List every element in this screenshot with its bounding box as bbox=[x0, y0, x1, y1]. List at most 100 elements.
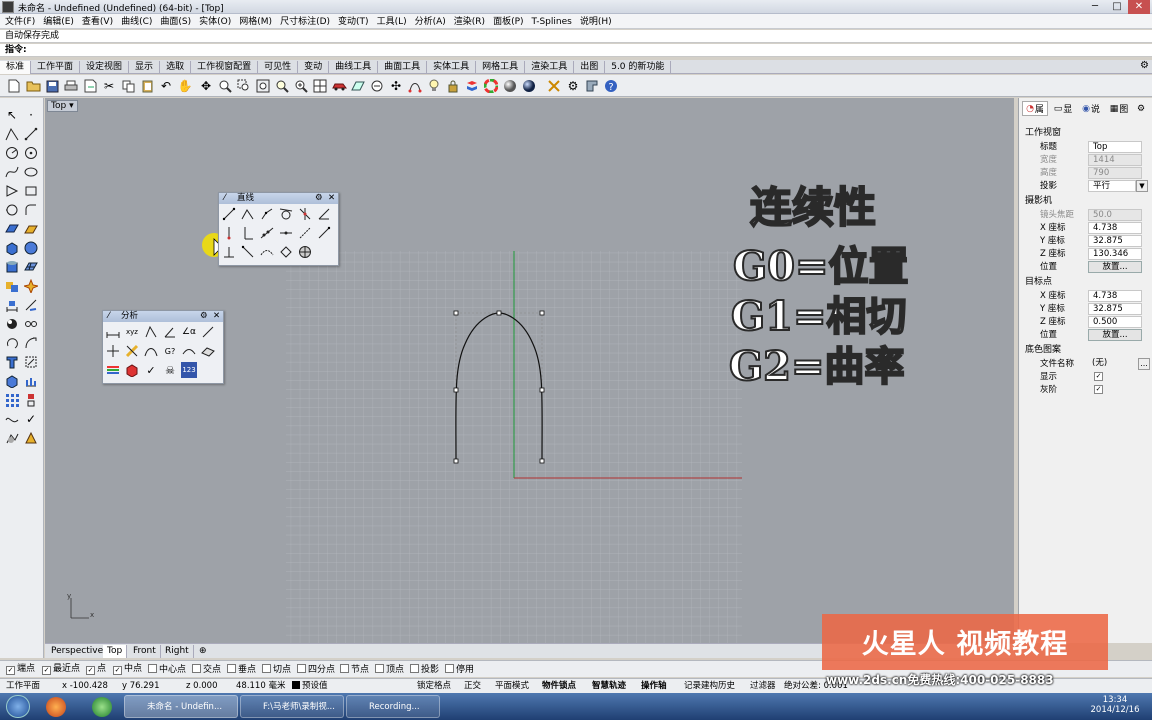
line-perpendicular-icon[interactable] bbox=[297, 206, 313, 222]
taskbar-recording[interactable]: Recording... bbox=[346, 695, 440, 718]
options-icon[interactable] bbox=[546, 78, 562, 94]
app-360-icon[interactable] bbox=[92, 697, 112, 717]
save-icon[interactable] bbox=[44, 78, 60, 94]
line-angle-icon[interactable] bbox=[316, 206, 332, 222]
target-place-button[interactable]: 放置... bbox=[1088, 329, 1142, 341]
gumball-icon[interactable]: ✣ bbox=[388, 78, 404, 94]
control-point[interactable] bbox=[453, 310, 459, 316]
menu-view[interactable]: 查看(V) bbox=[77, 14, 116, 29]
menu-mesh[interactable]: 网格(M) bbox=[234, 14, 275, 29]
tab-solid-tools[interactable]: 实体工具 bbox=[427, 61, 477, 74]
undo-icon[interactable]: ↶ bbox=[158, 78, 174, 94]
tab-render-tools[interactable]: 渲染工具 bbox=[525, 61, 575, 74]
check-icon[interactable]: ✓ bbox=[22, 410, 40, 428]
block-icon[interactable] bbox=[22, 391, 40, 409]
menu-tools[interactable]: 工具(L) bbox=[372, 14, 410, 29]
check-object-icon[interactable]: ✓ bbox=[143, 362, 159, 378]
mode-record-history[interactable]: 记录建构历史 bbox=[684, 681, 735, 693]
panel-settings-icon[interactable]: ⚙ bbox=[315, 193, 323, 204]
browser-icon[interactable] bbox=[46, 697, 66, 717]
osnap-disable[interactable]: 停用 bbox=[445, 664, 474, 676]
zebra-icon[interactable] bbox=[105, 362, 121, 378]
chevron-down-icon[interactable]: ▼ bbox=[1136, 180, 1148, 192]
menu-solid[interactable]: 实体(O) bbox=[194, 14, 234, 29]
osnap-vertex[interactable]: 顶点 bbox=[375, 664, 404, 676]
evaluate-point-icon[interactable]: xyz bbox=[124, 324, 140, 340]
align-icon[interactable] bbox=[22, 353, 40, 371]
osnap-point[interactable]: ✓ 点 bbox=[86, 664, 106, 676]
dimension-icon[interactable] bbox=[3, 296, 21, 314]
clock[interactable]: 13:34 2014/12/16 bbox=[1090, 695, 1140, 715]
target-x-field[interactable]: 4.738 bbox=[1088, 290, 1142, 302]
circle-icon[interactable] bbox=[3, 144, 21, 162]
status-layer[interactable]: 预设值 bbox=[292, 681, 328, 693]
trim-icon[interactable] bbox=[22, 296, 40, 314]
tab-front[interactable]: Front bbox=[129, 645, 161, 658]
menu-transform[interactable]: 变动(T) bbox=[333, 14, 372, 29]
osnap-tangent[interactable]: 切点 bbox=[262, 664, 291, 676]
tab-transform[interactable]: 变动 bbox=[298, 61, 330, 74]
mode-planar[interactable]: 平面模式 bbox=[495, 681, 529, 693]
browse-button[interactable]: ... bbox=[1138, 358, 1150, 370]
bounding-box-icon[interactable] bbox=[105, 343, 121, 359]
select-points-icon[interactable] bbox=[369, 78, 385, 94]
lock-icon[interactable] bbox=[445, 78, 461, 94]
minimize-button[interactable]: ─ bbox=[1084, 0, 1106, 14]
camera-z-field[interactable]: 130.346 bbox=[1088, 248, 1142, 260]
panel-close-icon[interactable]: ✕ bbox=[213, 311, 220, 322]
light-bulb-icon[interactable] bbox=[426, 78, 442, 94]
line-tangent-icon[interactable] bbox=[278, 206, 294, 222]
mode-filter[interactable]: 过滤器 bbox=[750, 681, 776, 693]
paste-icon[interactable] bbox=[139, 78, 155, 94]
radius-icon[interactable] bbox=[200, 324, 216, 340]
zoom-all-icon[interactable] bbox=[293, 78, 309, 94]
tab-display[interactable]: 显示 bbox=[129, 61, 161, 74]
curve-icon[interactable] bbox=[3, 163, 21, 181]
tab-mesh-tools[interactable]: 网格工具 bbox=[476, 61, 526, 74]
array-icon[interactable] bbox=[22, 372, 40, 390]
zoom-dynamic-icon[interactable] bbox=[217, 78, 233, 94]
menu-panels[interactable]: 面板(P) bbox=[488, 14, 526, 29]
viewport-title-button[interactable]: Top ▾ bbox=[47, 100, 78, 112]
osnap-mid[interactable]: ✓ 中点 bbox=[113, 664, 142, 676]
curvature-graph-icon[interactable] bbox=[143, 343, 159, 359]
group-icon[interactable] bbox=[3, 315, 21, 333]
explode-icon[interactable] bbox=[22, 277, 40, 295]
command-prompt[interactable]: 指令: bbox=[0, 44, 1152, 57]
menu-curve[interactable]: 曲线(C) bbox=[116, 14, 155, 29]
pan-hand-icon[interactable]: ✋ bbox=[177, 78, 193, 94]
taskbar-explorer[interactable]: F:\马老师\录制视... bbox=[240, 695, 344, 718]
surface-direction-icon[interactable] bbox=[200, 343, 216, 359]
tab-cplanes[interactable]: 工作平面 bbox=[31, 61, 81, 74]
line-fit-icon[interactable] bbox=[259, 225, 275, 241]
osnap-intersection[interactable]: 交点 bbox=[192, 664, 221, 676]
line-surface-normal-icon[interactable] bbox=[221, 244, 237, 260]
tab-display[interactable]: ▭ 显 bbox=[1050, 101, 1076, 116]
control-point[interactable] bbox=[539, 310, 545, 316]
prop-title-value[interactable]: Top bbox=[1088, 141, 1142, 153]
export-icon[interactable] bbox=[82, 78, 98, 94]
circle-center-icon[interactable] bbox=[22, 144, 40, 162]
surface-edit-icon[interactable] bbox=[22, 220, 40, 238]
osnap-center[interactable]: 中心点 bbox=[148, 664, 186, 676]
taskbar-rhino[interactable]: 未命名 - Undefin... bbox=[124, 695, 238, 718]
analysis-panel-header[interactable]: ⁄ 分析 ⚙ ✕ bbox=[103, 311, 223, 322]
diagnostic-icon[interactable] bbox=[124, 343, 140, 359]
arc-icon[interactable] bbox=[3, 201, 21, 219]
layer-color-icon[interactable] bbox=[464, 78, 480, 94]
panel-settings-icon[interactable]: ⚙ bbox=[1137, 104, 1145, 114]
tab-viewport-layout[interactable]: 工作视窗配置 bbox=[191, 61, 259, 74]
car-render-icon[interactable] bbox=[331, 78, 347, 94]
tab-standard[interactable]: 标准 bbox=[0, 61, 32, 74]
polygon-icon[interactable] bbox=[3, 182, 21, 200]
tab-curve-tools[interactable]: 曲线工具 bbox=[329, 61, 379, 74]
line-vertical-icon[interactable] bbox=[240, 225, 256, 241]
control-point[interactable] bbox=[539, 458, 545, 464]
control-point[interactable] bbox=[453, 387, 459, 393]
menu-dimension[interactable]: 尺寸标注(D) bbox=[275, 14, 333, 29]
status-cplane[interactable]: 工作平面 bbox=[6, 681, 40, 693]
menu-file[interactable]: 文件(F) bbox=[0, 14, 38, 29]
menu-help[interactable]: 说明(H) bbox=[575, 14, 615, 29]
polyline-tool-icon[interactable] bbox=[240, 206, 256, 222]
osnap-quad[interactable]: 四分点 bbox=[297, 664, 335, 676]
